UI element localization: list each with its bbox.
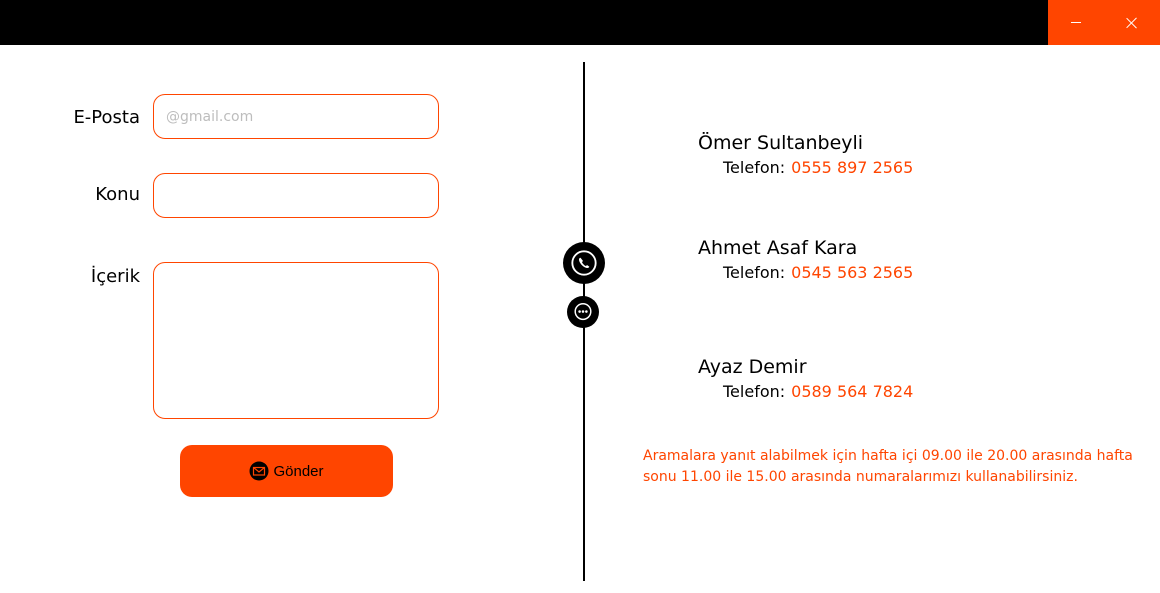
- chat-icon[interactable]: [567, 296, 599, 328]
- contact-phone: Telefon: 0555 897 2565: [723, 158, 913, 177]
- contact-phone: Telefon: 0589 564 7824: [723, 382, 913, 401]
- send-button-label: Gönder: [273, 462, 324, 480]
- subject-field[interactable]: [153, 173, 439, 218]
- send-button[interactable]: Gönder: [180, 445, 393, 497]
- content-label: İçerik: [90, 266, 140, 287]
- mail-icon: [249, 461, 269, 481]
- content-field[interactable]: [153, 262, 439, 419]
- subject-label: Konu: [95, 184, 140, 205]
- availability-note: Aramalara yanıt alabilmek için hafta içi…: [643, 448, 1133, 485]
- contact-name: Ömer Sultanbeyli: [698, 132, 864, 154]
- phone-number[interactable]: 0545 563 2565: [791, 263, 913, 282]
- contact-phone: Telefon: 0545 563 2565: [723, 263, 913, 282]
- title-bar: [0, 0, 1160, 45]
- close-button[interactable]: [1104, 0, 1160, 45]
- phone-label: Telefon:: [723, 158, 786, 177]
- contact-name: Ahmet Asaf Kara: [698, 237, 858, 259]
- phone-number[interactable]: 0555 897 2565: [791, 158, 913, 177]
- window-controls: [1048, 0, 1160, 45]
- minimize-icon: [1071, 22, 1081, 23]
- contact-name: Ayaz Demir: [698, 356, 807, 378]
- email-field[interactable]: [153, 94, 439, 139]
- close-icon: [1126, 17, 1138, 29]
- email-label: E-Posta: [73, 107, 140, 128]
- phone-label: Telefon:: [723, 263, 786, 282]
- phone-icon[interactable]: [563, 242, 605, 284]
- phone-number[interactable]: 0589 564 7824: [791, 382, 913, 401]
- minimize-button[interactable]: [1048, 0, 1104, 45]
- phone-label: Telefon:: [723, 382, 786, 401]
